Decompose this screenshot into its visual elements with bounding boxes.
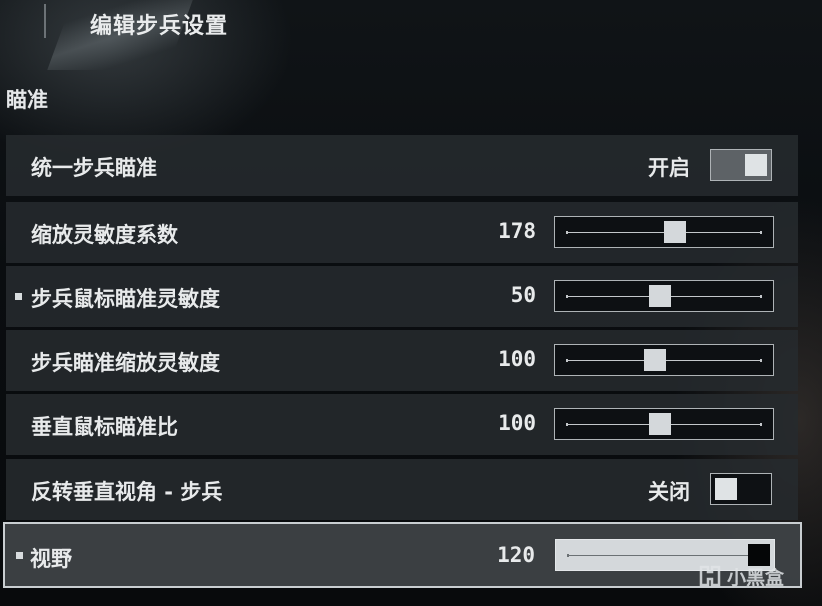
toggle-knob xyxy=(745,154,767,176)
toggle-state-label: 关闭 xyxy=(648,480,690,504)
setting-label: 统一步兵瞄准 xyxy=(31,156,157,180)
row-marker xyxy=(16,552,23,559)
setting-label: 步兵鼠标瞄准灵敏度 xyxy=(31,287,220,311)
heybox-logo-icon xyxy=(699,565,721,587)
slider-thumb[interactable] xyxy=(649,413,672,435)
slider-endcap xyxy=(760,295,762,298)
invert-vertical-view-toggle[interactable] xyxy=(710,473,772,505)
setting-row-zoom-sensitivity-coefficient[interactable]: 缩放灵敏度系数 178 xyxy=(6,202,798,263)
setting-label: 视野 xyxy=(30,547,72,571)
row-marker xyxy=(15,293,22,300)
slider-endcap xyxy=(566,423,568,426)
setting-row-infantry-mouse-aim-sensitivity[interactable]: 步兵鼠标瞄准灵敏度 50 xyxy=(6,266,798,327)
page-title: 编辑步兵设置 xyxy=(90,14,229,39)
setting-row-invert-vertical-view-infantry[interactable]: 反转垂直视角 - 步兵 关闭 xyxy=(6,459,798,520)
setting-row-field-of-view[interactable]: 视野 120 xyxy=(3,522,802,588)
setting-value: 178 xyxy=(498,219,536,243)
setting-row-unified-infantry-aim[interactable]: 统一步兵瞄准 开启 xyxy=(6,135,798,196)
setting-row-vertical-mouse-aim-ratio[interactable]: 垂直鼠标瞄准比 100 xyxy=(6,394,798,455)
unified-aim-toggle[interactable] xyxy=(710,149,772,181)
setting-value: 120 xyxy=(497,543,535,567)
setting-value: 100 xyxy=(498,411,536,435)
slider-track xyxy=(568,555,762,556)
slider-endcap xyxy=(566,359,568,362)
slider-endcap xyxy=(760,359,762,362)
infantry-aim-zoom-sensitivity-slider[interactable] xyxy=(554,344,774,376)
setting-value: 50 xyxy=(510,283,536,307)
setting-value: 100 xyxy=(498,347,536,371)
watermark: 小黑盒 xyxy=(697,561,817,591)
setting-row-infantry-aim-zoom-sensitivity[interactable]: 步兵瞄准缩放灵敏度 100 xyxy=(6,330,798,391)
slider-endcap xyxy=(567,554,569,557)
header-divider xyxy=(44,4,46,38)
setting-label: 缩放灵敏度系数 xyxy=(31,223,178,247)
toggle-state-label: 开启 xyxy=(648,156,690,180)
slider-endcap xyxy=(566,231,568,234)
vertical-mouse-aim-ratio-slider[interactable] xyxy=(554,408,774,440)
header: 编辑步兵设置 xyxy=(0,0,822,48)
watermark-text: 小黑盒 xyxy=(727,566,785,589)
setting-label: 反转垂直视角 - 步兵 xyxy=(31,480,223,504)
section-title-aim: 瞄准 xyxy=(6,88,48,112)
setting-label: 步兵瞄准缩放灵敏度 xyxy=(31,351,220,375)
toggle-knob xyxy=(715,478,737,500)
slider-endcap xyxy=(566,295,568,298)
setting-label: 垂直鼠标瞄准比 xyxy=(31,415,178,439)
infantry-mouse-aim-sensitivity-slider[interactable] xyxy=(554,280,774,312)
slider-endcap xyxy=(760,423,762,426)
slider-thumb[interactable] xyxy=(664,221,687,243)
slider-thumb[interactable] xyxy=(643,349,666,371)
slider-endcap xyxy=(760,231,762,234)
slider-thumb[interactable] xyxy=(649,285,672,307)
zoom-sensitivity-coefficient-slider[interactable] xyxy=(554,216,774,248)
